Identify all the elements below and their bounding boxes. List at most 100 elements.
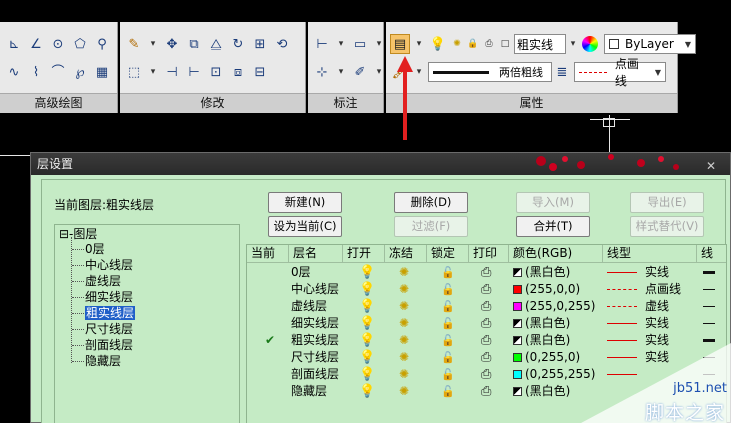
layer-name[interactable]: 细实线层: [291, 315, 339, 332]
lock-icon[interactable]: 🔓: [441, 332, 455, 349]
layer-color[interactable]: (黑白色): [513, 315, 570, 332]
layer-combo[interactable]: 粗实线: [514, 34, 566, 54]
lightbulb-icon[interactable]: 💡: [359, 349, 375, 366]
lightbulb-icon[interactable]: 💡: [359, 264, 375, 281]
chevron-down-icon[interactable]: ▾: [334, 62, 348, 82]
sun-icon[interactable]: ✺: [399, 298, 409, 315]
chevron-down-icon[interactable]: ▾: [334, 34, 348, 54]
tree-item[interactable]: 虚线层: [85, 274, 121, 288]
sun-icon[interactable]: ✺: [399, 383, 409, 400]
rotate-icon[interactable]: ↻: [228, 34, 248, 54]
layer-tree[interactable]: ⊟-图层 0层 中心线层 虚线层 细实线层 粗实线层 尺寸线层 剖面线层 隐藏层: [54, 224, 240, 423]
lightbulb-icon[interactable]: 💡: [359, 315, 375, 332]
stretch-icon[interactable]: ⊟: [250, 62, 270, 82]
text-edit-icon[interactable]: ✐: [350, 62, 370, 82]
dimstyle-icon[interactable]: ▭: [350, 34, 370, 54]
printer-icon[interactable]: ⎙: [482, 34, 496, 54]
lightbulb-icon[interactable]: 💡: [359, 298, 375, 315]
printer-icon[interactable]: ⎙: [481, 264, 491, 281]
layer-color[interactable]: (0,255,0): [513, 349, 580, 366]
ucs-icon[interactable]: ⊾: [4, 34, 24, 54]
merge-button[interactable]: 合并(T): [516, 216, 590, 237]
panel-label-annotate[interactable]: 标注: [308, 93, 383, 113]
column-header[interactable]: 冻结: [385, 245, 427, 263]
explode-icon[interactable]: ⧈: [228, 62, 248, 82]
lineweight-preview[interactable]: [703, 315, 715, 332]
layer-name[interactable]: 虚线层: [291, 298, 327, 315]
lightbulb-icon[interactable]: 💡: [359, 383, 375, 400]
printer-icon[interactable]: ⎙: [481, 383, 491, 400]
lock-icon[interactable]: 🔓: [441, 349, 455, 366]
new-button[interactable]: 新建(N): [268, 192, 342, 213]
tree-item[interactable]: 0层: [85, 242, 105, 256]
move-icon[interactable]: ✥: [162, 34, 182, 54]
offset-icon[interactable]: ⟲: [272, 34, 292, 54]
array-icon[interactable]: ⊞: [250, 34, 270, 54]
tree-item[interactable]: 尺寸线层: [85, 322, 133, 336]
color-square-icon[interactable]: □: [498, 34, 512, 54]
copy-icon[interactable]: ⧉: [184, 34, 204, 54]
printer-icon[interactable]: ⎙: [481, 332, 491, 349]
layer-linetype[interactable]: 点画线: [607, 281, 681, 298]
sun-icon[interactable]: ✺: [399, 264, 409, 281]
block-icon[interactable]: ▦: [92, 62, 112, 82]
close-icon[interactable]: ✕: [706, 155, 716, 177]
style-replace-button[interactable]: 样式替代(V): [630, 216, 704, 237]
layer-name[interactable]: 0层: [291, 264, 311, 281]
layer-color[interactable]: (255,0,0): [513, 281, 580, 298]
tree-item[interactable]: 剖面线层: [85, 338, 133, 352]
freehand-icon[interactable]: ℘: [70, 62, 90, 82]
column-header[interactable]: 线型: [603, 245, 697, 263]
dimension-icon[interactable]: ⊢: [312, 34, 332, 54]
dialog-titlebar[interactable]: 层设置 ✕: [31, 153, 730, 175]
pentagon-icon[interactable]: ⬠: [70, 34, 90, 54]
chevron-down-icon[interactable]: ▾: [566, 34, 580, 54]
column-header[interactable]: 层名: [289, 245, 343, 263]
lock-icon[interactable]: 🔓: [441, 298, 455, 315]
panel-label-properties[interactable]: 属性: [386, 93, 677, 113]
lightbulb-icon[interactable]: 💡: [359, 281, 375, 298]
chevron-down-icon[interactable]: ▾: [412, 34, 426, 54]
zigzag-icon[interactable]: ⌇: [26, 62, 46, 82]
linetype-combo[interactable]: 两倍粗线: [428, 62, 552, 82]
lineweight-combo[interactable]: 点画线 ▼: [574, 57, 666, 88]
sun-icon[interactable]: ✺: [399, 332, 409, 349]
column-header[interactable]: 打印: [469, 245, 509, 263]
lock-icon[interactable]: 🔓: [441, 315, 455, 332]
import-button[interactable]: 导入(M): [516, 192, 590, 213]
panel-label-draw-advanced[interactable]: 高级绘图: [0, 93, 117, 113]
lineweight-preview[interactable]: [703, 264, 715, 281]
column-header[interactable]: 线: [697, 245, 726, 263]
layer-name[interactable]: 尺寸线层: [291, 349, 339, 366]
table-row[interactable]: 细实线层 💡 ✺ 🔓 ⎙ (黑白色) 实线: [247, 315, 726, 332]
layer-color[interactable]: (黑白色): [513, 264, 570, 281]
layer-name[interactable]: 隐藏层: [291, 383, 327, 400]
table-row[interactable]: 0层 💡 ✺ 🔓 ⎙ (黑白色) 实线: [247, 264, 726, 281]
layer-linetype[interactable]: 实线: [607, 315, 669, 332]
angle-icon[interactable]: ∠: [26, 34, 46, 54]
layer-name[interactable]: 粗实线层: [291, 332, 339, 349]
lineweight-preview[interactable]: [703, 298, 715, 315]
color-wheel-icon[interactable]: [582, 36, 598, 52]
lightbulb-icon[interactable]: 💡: [428, 34, 448, 54]
layer-color[interactable]: (255,0,255): [513, 298, 595, 315]
sun-icon[interactable]: ✺: [450, 34, 464, 54]
tree-item[interactable]: 粗实线层: [85, 306, 136, 320]
layer-name[interactable]: 中心线层: [291, 281, 339, 298]
filter-button[interactable]: 过滤(F): [394, 216, 468, 237]
lock-icon[interactable]: 🔓: [441, 383, 455, 400]
panel-label-modify[interactable]: 修改: [120, 93, 305, 113]
delete-button[interactable]: 删除(D): [394, 192, 468, 213]
export-button[interactable]: 导出(E): [630, 192, 704, 213]
sun-icon[interactable]: ✺: [399, 349, 409, 366]
lineweight-preview[interactable]: [703, 281, 715, 298]
coordinate-icon[interactable]: ⊹: [312, 62, 332, 82]
table-row[interactable]: 虚线层 💡 ✺ 🔓 ⎙ (255,0,255) 虚线: [247, 298, 726, 315]
column-header[interactable]: 打开: [343, 245, 385, 263]
mirror-icon[interactable]: ⧋: [206, 34, 226, 54]
lightbulb-icon[interactable]: 💡: [359, 366, 375, 383]
chevron-down-icon[interactable]: ▾: [412, 62, 426, 82]
table-row[interactable]: 中心线层 💡 ✺ 🔓 ⎙ (255,0,0) 点画线: [247, 281, 726, 298]
spline-icon[interactable]: ∿: [4, 62, 24, 82]
column-header[interactable]: 当前: [247, 245, 289, 263]
